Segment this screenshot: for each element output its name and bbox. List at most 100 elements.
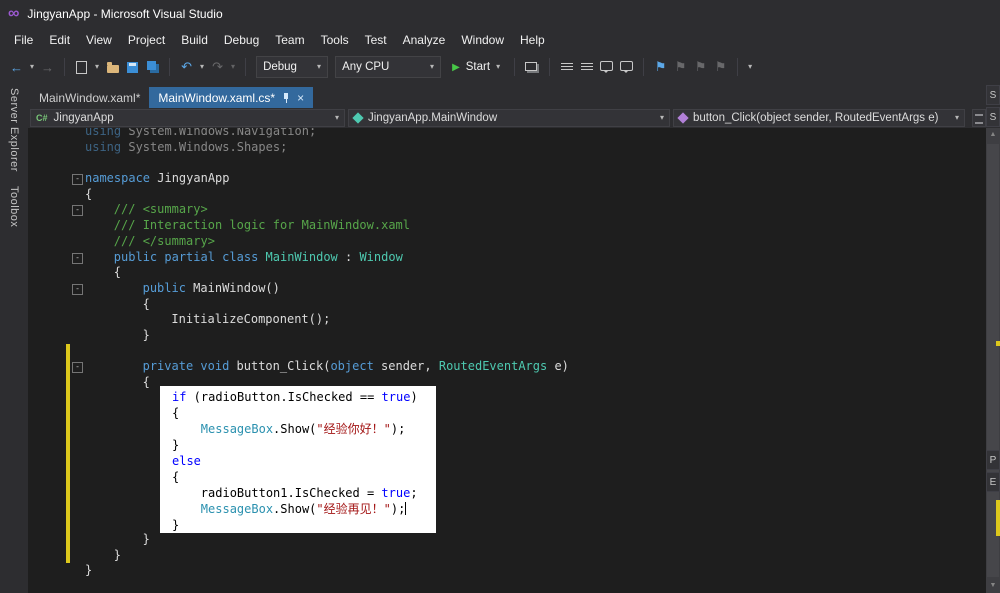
- close-icon[interactable]: ×: [297, 92, 304, 104]
- save-all-icon[interactable]: [146, 59, 159, 75]
- overlay-code-line[interactable]: }: [160, 517, 436, 533]
- menu-item-project[interactable]: Project: [120, 29, 173, 51]
- menu-item-file[interactable]: File: [6, 29, 41, 51]
- document-tabs: MainWindow.xaml* MainWindow.xaml.cs* ×: [28, 82, 1000, 108]
- menu-item-analyze[interactable]: Analyze: [395, 29, 454, 51]
- toolbar-separator: [549, 58, 551, 76]
- code-line[interactable]: }: [28, 328, 986, 344]
- tab-mainwindow-xaml-cs-[interactable]: MainWindow.xaml.cs* ×: [149, 87, 314, 108]
- overlay-code-line[interactable]: {: [160, 469, 436, 485]
- chevron-down-icon: ▾: [317, 62, 322, 71]
- menu-item-build[interactable]: Build: [173, 29, 216, 51]
- code-line[interactable]: }: [28, 563, 986, 579]
- code-line[interactable]: }: [28, 547, 986, 564]
- code-line[interactable]: using System.Windows.Shapes;: [28, 140, 986, 156]
- indent-increase-icon[interactable]: [580, 59, 593, 75]
- fold-toggle-icon[interactable]: -: [72, 283, 83, 295]
- menu-item-window[interactable]: Window: [453, 29, 512, 51]
- code-line[interactable]: - namespace JingyanApp: [28, 171, 986, 187]
- fold-toggle-icon[interactable]: -: [72, 362, 83, 374]
- overlay-code-line[interactable]: }: [160, 437, 436, 453]
- type-dropdown[interactable]: JingyanApp.MainWindow ▾: [348, 109, 670, 127]
- toolbar-separator: [245, 58, 247, 76]
- toolbar-separator: [643, 58, 645, 76]
- next-bookmark-icon[interactable]: ⚑: [694, 59, 707, 75]
- code-line[interactable]: /// Interaction logic for MainWindow.xam…: [28, 218, 986, 234]
- start-dropdown-icon[interactable]: ▾: [496, 63, 500, 71]
- navigate-backward-icon[interactable]: ←: [10, 59, 23, 75]
- tab-mainwindow-xaml-[interactable]: MainWindow.xaml*: [30, 87, 149, 108]
- pasted-code-overlay[interactable]: if (radioButton.IsChecked == true){Messa…: [160, 386, 436, 533]
- code-editor[interactable]: using System.Windows.Navigation; using Sy…: [28, 128, 1000, 593]
- redo-dropdown-icon[interactable]: ▾: [231, 63, 235, 71]
- navigation-bar: C# JingyanApp ▾ JingyanApp.MainWindow ▾ …: [28, 108, 1000, 128]
- indent-decrease-icon[interactable]: [560, 59, 573, 75]
- code-line[interactable]: -/// <summary>: [28, 202, 986, 218]
- collapsed-panel-tab[interactable]: E: [986, 472, 1000, 492]
- scrollbar-up-arrow-icon[interactable]: ▲: [986, 128, 1000, 142]
- code-line[interactable]: using System.Windows.Navigation;: [28, 128, 986, 140]
- overlay-code-line[interactable]: radioButton1.IsChecked = true;: [160, 485, 436, 501]
- fold-toggle-icon[interactable]: -: [72, 252, 83, 264]
- vertical-scrollbar[interactable]: ▲ ▼: [986, 128, 1000, 593]
- menu-item-tools[interactable]: Tools: [313, 29, 357, 51]
- code-line[interactable]: - public partial class MainWindow : Windo…: [28, 250, 986, 266]
- overlay-code-line[interactable]: if (radioButton.IsChecked == true): [160, 389, 436, 405]
- side-tab-toolbox[interactable]: Toolbox: [8, 186, 20, 227]
- menu-item-debug[interactable]: Debug: [216, 29, 267, 51]
- overlay-code-line[interactable]: MessageBox.Show("经验你好！");: [160, 421, 436, 437]
- collapsed-panel-tab[interactable]: S: [986, 107, 1000, 127]
- code-line[interactable]: }: [28, 531, 986, 548]
- code-line[interactable]: InitializeComponent();: [28, 312, 986, 328]
- code-line[interactable]: [28, 343, 986, 360]
- code-line[interactable]: - private void button_Click(object sender…: [28, 359, 986, 375]
- redo-icon[interactable]: ↷: [211, 59, 224, 75]
- code-line[interactable]: /// </summary>: [28, 234, 986, 250]
- menu-item-edit[interactable]: Edit: [41, 29, 78, 51]
- code-line[interactable]: - public MainWindow(): [28, 281, 986, 297]
- toolbar-overflow-icon[interactable]: ▾: [748, 63, 752, 71]
- side-tab-server-explorer[interactable]: Server Explorer: [8, 88, 20, 172]
- pin-icon[interactable]: [282, 91, 290, 104]
- tab-label: MainWindow.xaml*: [39, 90, 141, 105]
- code-line[interactable]: {: [28, 265, 986, 281]
- previous-bookmark-icon[interactable]: ⚑: [674, 59, 687, 75]
- navigate-backward-dropdown-icon[interactable]: ▾: [30, 63, 34, 71]
- menu-item-team[interactable]: Team: [267, 29, 312, 51]
- fold-toggle-icon[interactable]: -: [72, 174, 83, 186]
- attach-to-process-icon[interactable]: [525, 59, 539, 75]
- code-line[interactable]: [28, 155, 986, 171]
- member-name: button_Click(object sender, RoutedEventA…: [693, 112, 939, 124]
- new-file-dropdown-icon[interactable]: ▾: [95, 63, 99, 71]
- scrollbar-down-arrow-icon[interactable]: ▼: [986, 579, 1000, 593]
- undo-icon[interactable]: ↶: [180, 59, 193, 75]
- overlay-code-line[interactable]: else: [160, 453, 436, 469]
- overlay-code-line[interactable]: {: [160, 405, 436, 421]
- uncomment-icon[interactable]: [620, 59, 634, 75]
- toggle-bookmark-icon[interactable]: ⚑: [654, 59, 667, 75]
- member-dropdown[interactable]: button_Click(object sender, RoutedEventA…: [673, 109, 965, 127]
- clear-bookmarks-icon[interactable]: ⚑: [714, 59, 727, 75]
- comment-out-icon[interactable]: [600, 59, 614, 75]
- start-debugging-button[interactable]: ▶ Start ▾: [448, 61, 504, 73]
- chevron-down-icon: ▾: [334, 113, 339, 122]
- code-line[interactable]: {: [28, 297, 986, 313]
- overlay-code-line[interactable]: MessageBox.Show("经验再见！");: [160, 501, 436, 517]
- toolbar-separator: [514, 58, 516, 76]
- open-file-icon[interactable]: [106, 59, 119, 75]
- fold-toggle-icon[interactable]: -: [72, 205, 83, 217]
- project-dropdown[interactable]: C# JingyanApp ▾: [30, 109, 345, 127]
- undo-dropdown-icon[interactable]: ▾: [200, 63, 204, 71]
- solution-platform-dropdown[interactable]: Any CPU ▾: [335, 56, 442, 78]
- solution-configuration-dropdown[interactable]: Debug ▾: [256, 56, 329, 78]
- save-icon[interactable]: [126, 59, 139, 75]
- menu-item-view[interactable]: View: [78, 29, 120, 51]
- menu-item-help[interactable]: Help: [512, 29, 553, 51]
- navigate-forward-icon[interactable]: →: [41, 59, 54, 75]
- collapsed-panel-tab[interactable]: P: [986, 450, 1000, 470]
- editor-split-button[interactable]: [972, 109, 986, 127]
- menu-item-test[interactable]: Test: [357, 29, 395, 51]
- code-line[interactable]: {: [28, 187, 986, 203]
- new-file-icon[interactable]: [75, 59, 88, 75]
- collapsed-panel-tab[interactable]: S: [986, 85, 1000, 105]
